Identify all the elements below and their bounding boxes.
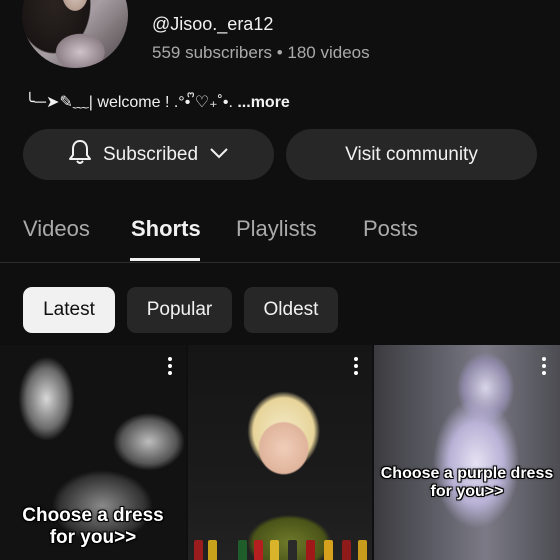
short-thumbnail[interactable]: Choose a dress for you>>	[0, 345, 186, 560]
more-vert-icon[interactable]	[542, 357, 546, 378]
short-thumbnail[interactable]	[188, 345, 372, 560]
subscribed-button[interactable]: Subscribed	[23, 129, 274, 180]
tab-shorts[interactable]: Shorts	[131, 216, 201, 242]
more-vert-icon[interactable]	[168, 357, 172, 378]
short-caption: Choose a dress for you>>	[22, 505, 164, 548]
more-vert-icon[interactable]	[354, 357, 358, 378]
short-caption: Choose a purple dress for you>>	[380, 465, 554, 501]
active-tab-indicator	[130, 258, 200, 261]
filter-latest[interactable]: Latest	[23, 287, 115, 333]
channel-avatar[interactable]	[22, 0, 128, 68]
visit-community-button[interactable]: Visit community	[286, 129, 537, 180]
sauce-bottles-image	[188, 536, 372, 560]
tab-playlists[interactable]: Playlists	[236, 216, 317, 242]
tab-videos[interactable]: Videos	[23, 216, 90, 242]
filter-oldest[interactable]: Oldest	[244, 287, 338, 333]
channel-stats: 559 subscribers • 180 videos	[152, 43, 370, 62]
bell-icon	[67, 138, 93, 172]
chevron-down-icon	[208, 144, 230, 166]
subscribed-label: Subscribed	[102, 143, 199, 165]
channel-description[interactable]: ╰─➤✎﹏| welcome ! .°• ᩚ♡₊˚•. ...more	[25, 88, 290, 116]
channel-handle: @Jisoo._era12	[152, 14, 274, 34]
more-link[interactable]: ...more	[237, 94, 289, 111]
short-thumbnail[interactable]: Choose a purple dress for you>>	[374, 345, 560, 560]
description-text: ╰─➤✎﹏| welcome ! .°• ᩚ♡₊˚•.	[25, 94, 238, 111]
channel-tabs: Videos Shorts Playlists Posts	[0, 210, 560, 263]
tab-posts[interactable]: Posts	[363, 216, 418, 242]
filter-popular[interactable]: Popular	[127, 287, 232, 333]
